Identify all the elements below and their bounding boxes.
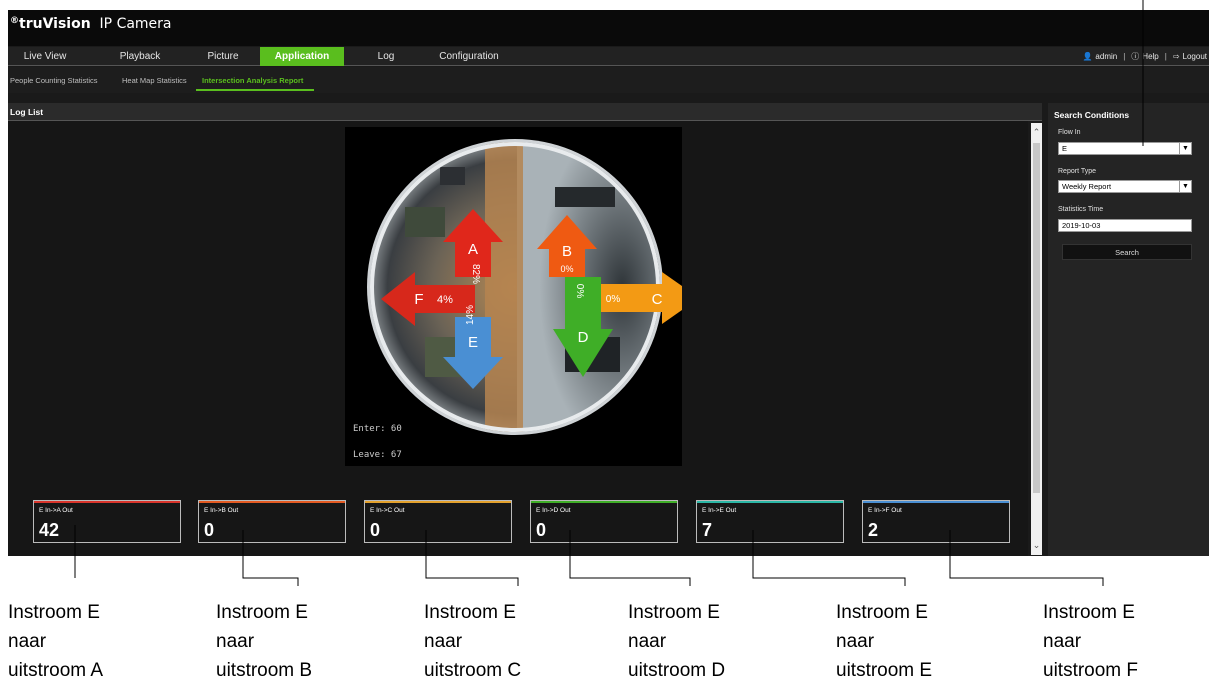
annotation-lines xyxy=(74,0,1144,586)
callout-line-c xyxy=(425,530,519,586)
callout-line1: Instroom E xyxy=(836,602,928,623)
callout-line3: uitstroom A xyxy=(8,660,104,681)
callout-line3: uitstroom D xyxy=(628,660,726,681)
callout-line3: uitstroom F xyxy=(1043,660,1139,681)
callout-e: Instroom E naar uitstroom E xyxy=(836,598,932,685)
callout-b: Instroom E naar uitstroom B xyxy=(216,598,312,685)
page: ®truVision IP Camera Live View Playback … xyxy=(0,0,1209,688)
callout-line1: Instroom E xyxy=(8,602,100,623)
callout-line-b xyxy=(242,530,299,586)
callout-line2: naar xyxy=(424,631,463,652)
callout-line1: Instroom E xyxy=(628,602,720,623)
callout-line-d xyxy=(569,530,691,586)
callout-line3: uitstroom C xyxy=(424,660,522,681)
callout-line2: naar xyxy=(1043,631,1082,652)
callout-line2: naar xyxy=(216,631,255,652)
callout-c: Instroom E naar uitstroom C xyxy=(424,598,521,685)
callout-f: Instroom E naar uitstroom F xyxy=(1043,598,1138,685)
callout-line3: uitstroom E xyxy=(836,660,933,681)
callout-line2: naar xyxy=(836,631,875,652)
callout-line1: Instroom E xyxy=(424,602,516,623)
callout-line2: naar xyxy=(8,631,47,652)
callout-line-e xyxy=(752,530,906,586)
callout-line2: naar xyxy=(628,631,667,652)
callout-d: Instroom E naar uitstroom D xyxy=(628,598,725,685)
callout-a: Instroom E naar uitstroom A xyxy=(8,598,103,685)
callout-line-f xyxy=(949,530,1104,586)
callout-line1: Instroom E xyxy=(216,602,308,623)
callout-line3: uitstroom B xyxy=(216,660,313,681)
callout-line1: Instroom E xyxy=(1043,602,1135,623)
